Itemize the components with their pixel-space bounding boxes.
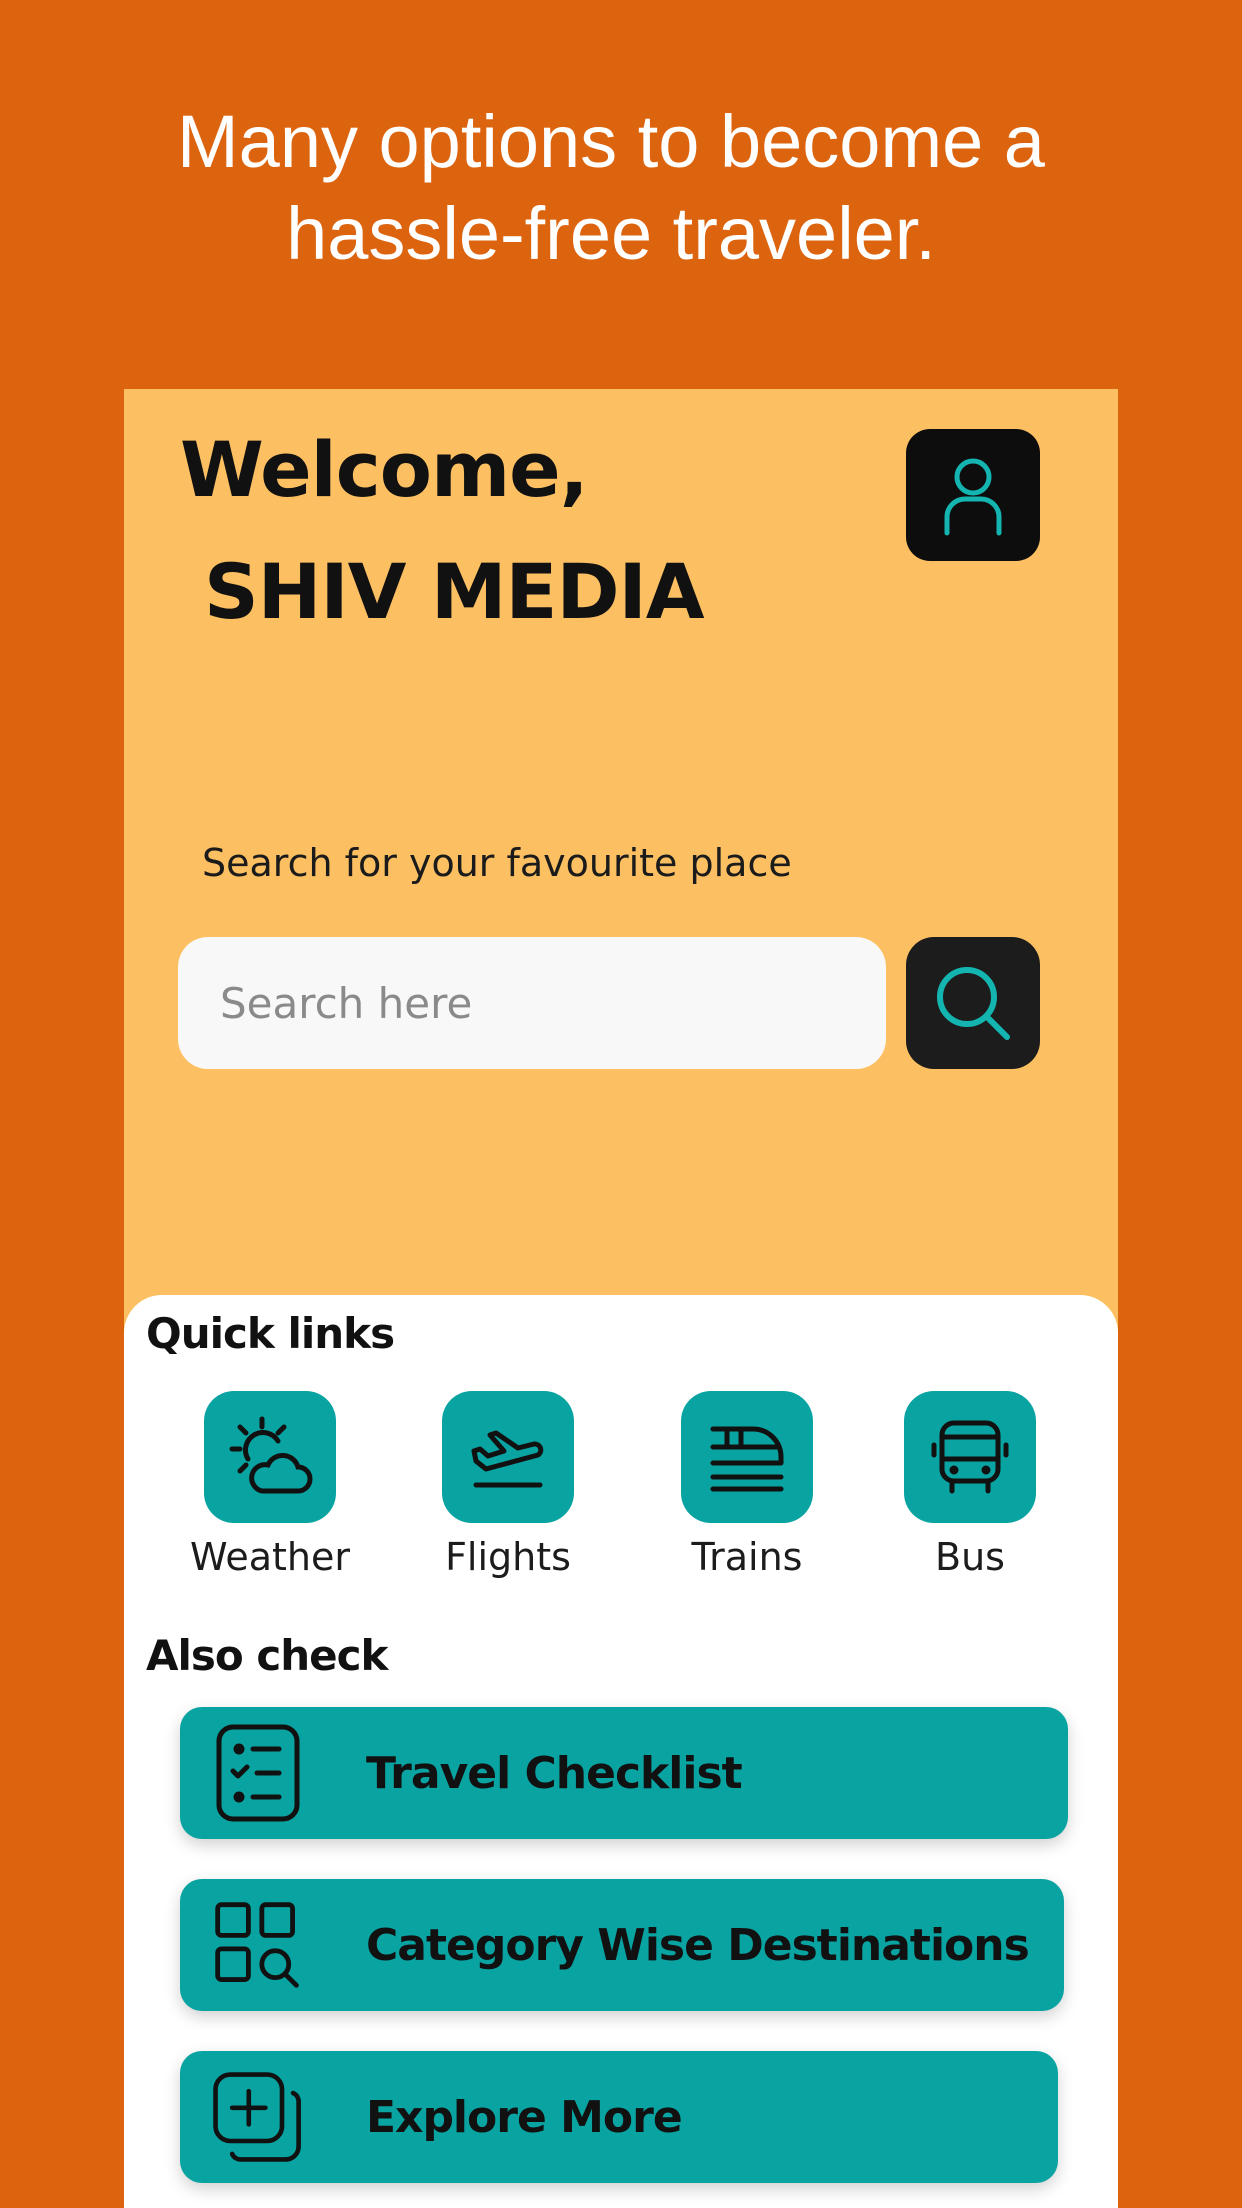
profile-button[interactable] <box>906 429 1040 561</box>
checklist-icon <box>216 1724 300 1822</box>
quick-link-flights[interactable]: Flights <box>388 1391 628 1579</box>
bus-icon <box>931 1420 1009 1494</box>
promo-title-line-2: hassle-free traveler. <box>286 192 936 275</box>
quick-link-label: Trains <box>691 1535 803 1579</box>
quick-link-weather[interactable]: Weather <box>150 1391 390 1579</box>
check-label: Travel Checklist <box>366 1747 743 1799</box>
quick-link-label: Weather <box>190 1535 350 1579</box>
weather-icon <box>229 1416 313 1494</box>
promo-title-line-1: Many options to become a <box>177 100 1045 183</box>
search-input[interactable] <box>178 937 886 1069</box>
search-icon <box>937 967 1010 1040</box>
train-icon <box>710 1426 784 1492</box>
quick-link-bus[interactable]: Bus <box>850 1391 1090 1579</box>
app-screen: Welcome, SHIV MEDIA Search for your favo… <box>124 389 1118 2208</box>
quick-link-label: Bus <box>935 1535 1005 1579</box>
check-label: Explore More <box>366 2091 683 2143</box>
category-search-icon <box>215 1902 299 1988</box>
plane-icon <box>471 1430 544 1488</box>
add-stack-icon <box>213 2072 301 2162</box>
quick-links-title: Quick links <box>146 1309 395 1358</box>
promo-title: Many options to become a hassle-free tra… <box>0 96 1222 280</box>
search-button[interactable] <box>906 937 1040 1069</box>
explore-more-button[interactable]: Explore More <box>180 2051 1058 2183</box>
check-label: Category Wise Destinations <box>366 1919 1030 1971</box>
user-icon <box>944 458 1002 536</box>
search-label: Search for your favourite place <box>202 841 792 885</box>
category-destinations-button[interactable]: Category Wise Destinations <box>180 1879 1064 2011</box>
quick-link-label: Flights <box>445 1535 571 1579</box>
quick-link-trains[interactable]: Trains <box>627 1391 867 1579</box>
travel-checklist-button[interactable]: Travel Checklist <box>180 1707 1068 1839</box>
welcome-greeting: Welcome, <box>180 425 589 514</box>
also-check-title: Also check <box>146 1631 388 1680</box>
username: SHIV MEDIA <box>204 547 705 636</box>
